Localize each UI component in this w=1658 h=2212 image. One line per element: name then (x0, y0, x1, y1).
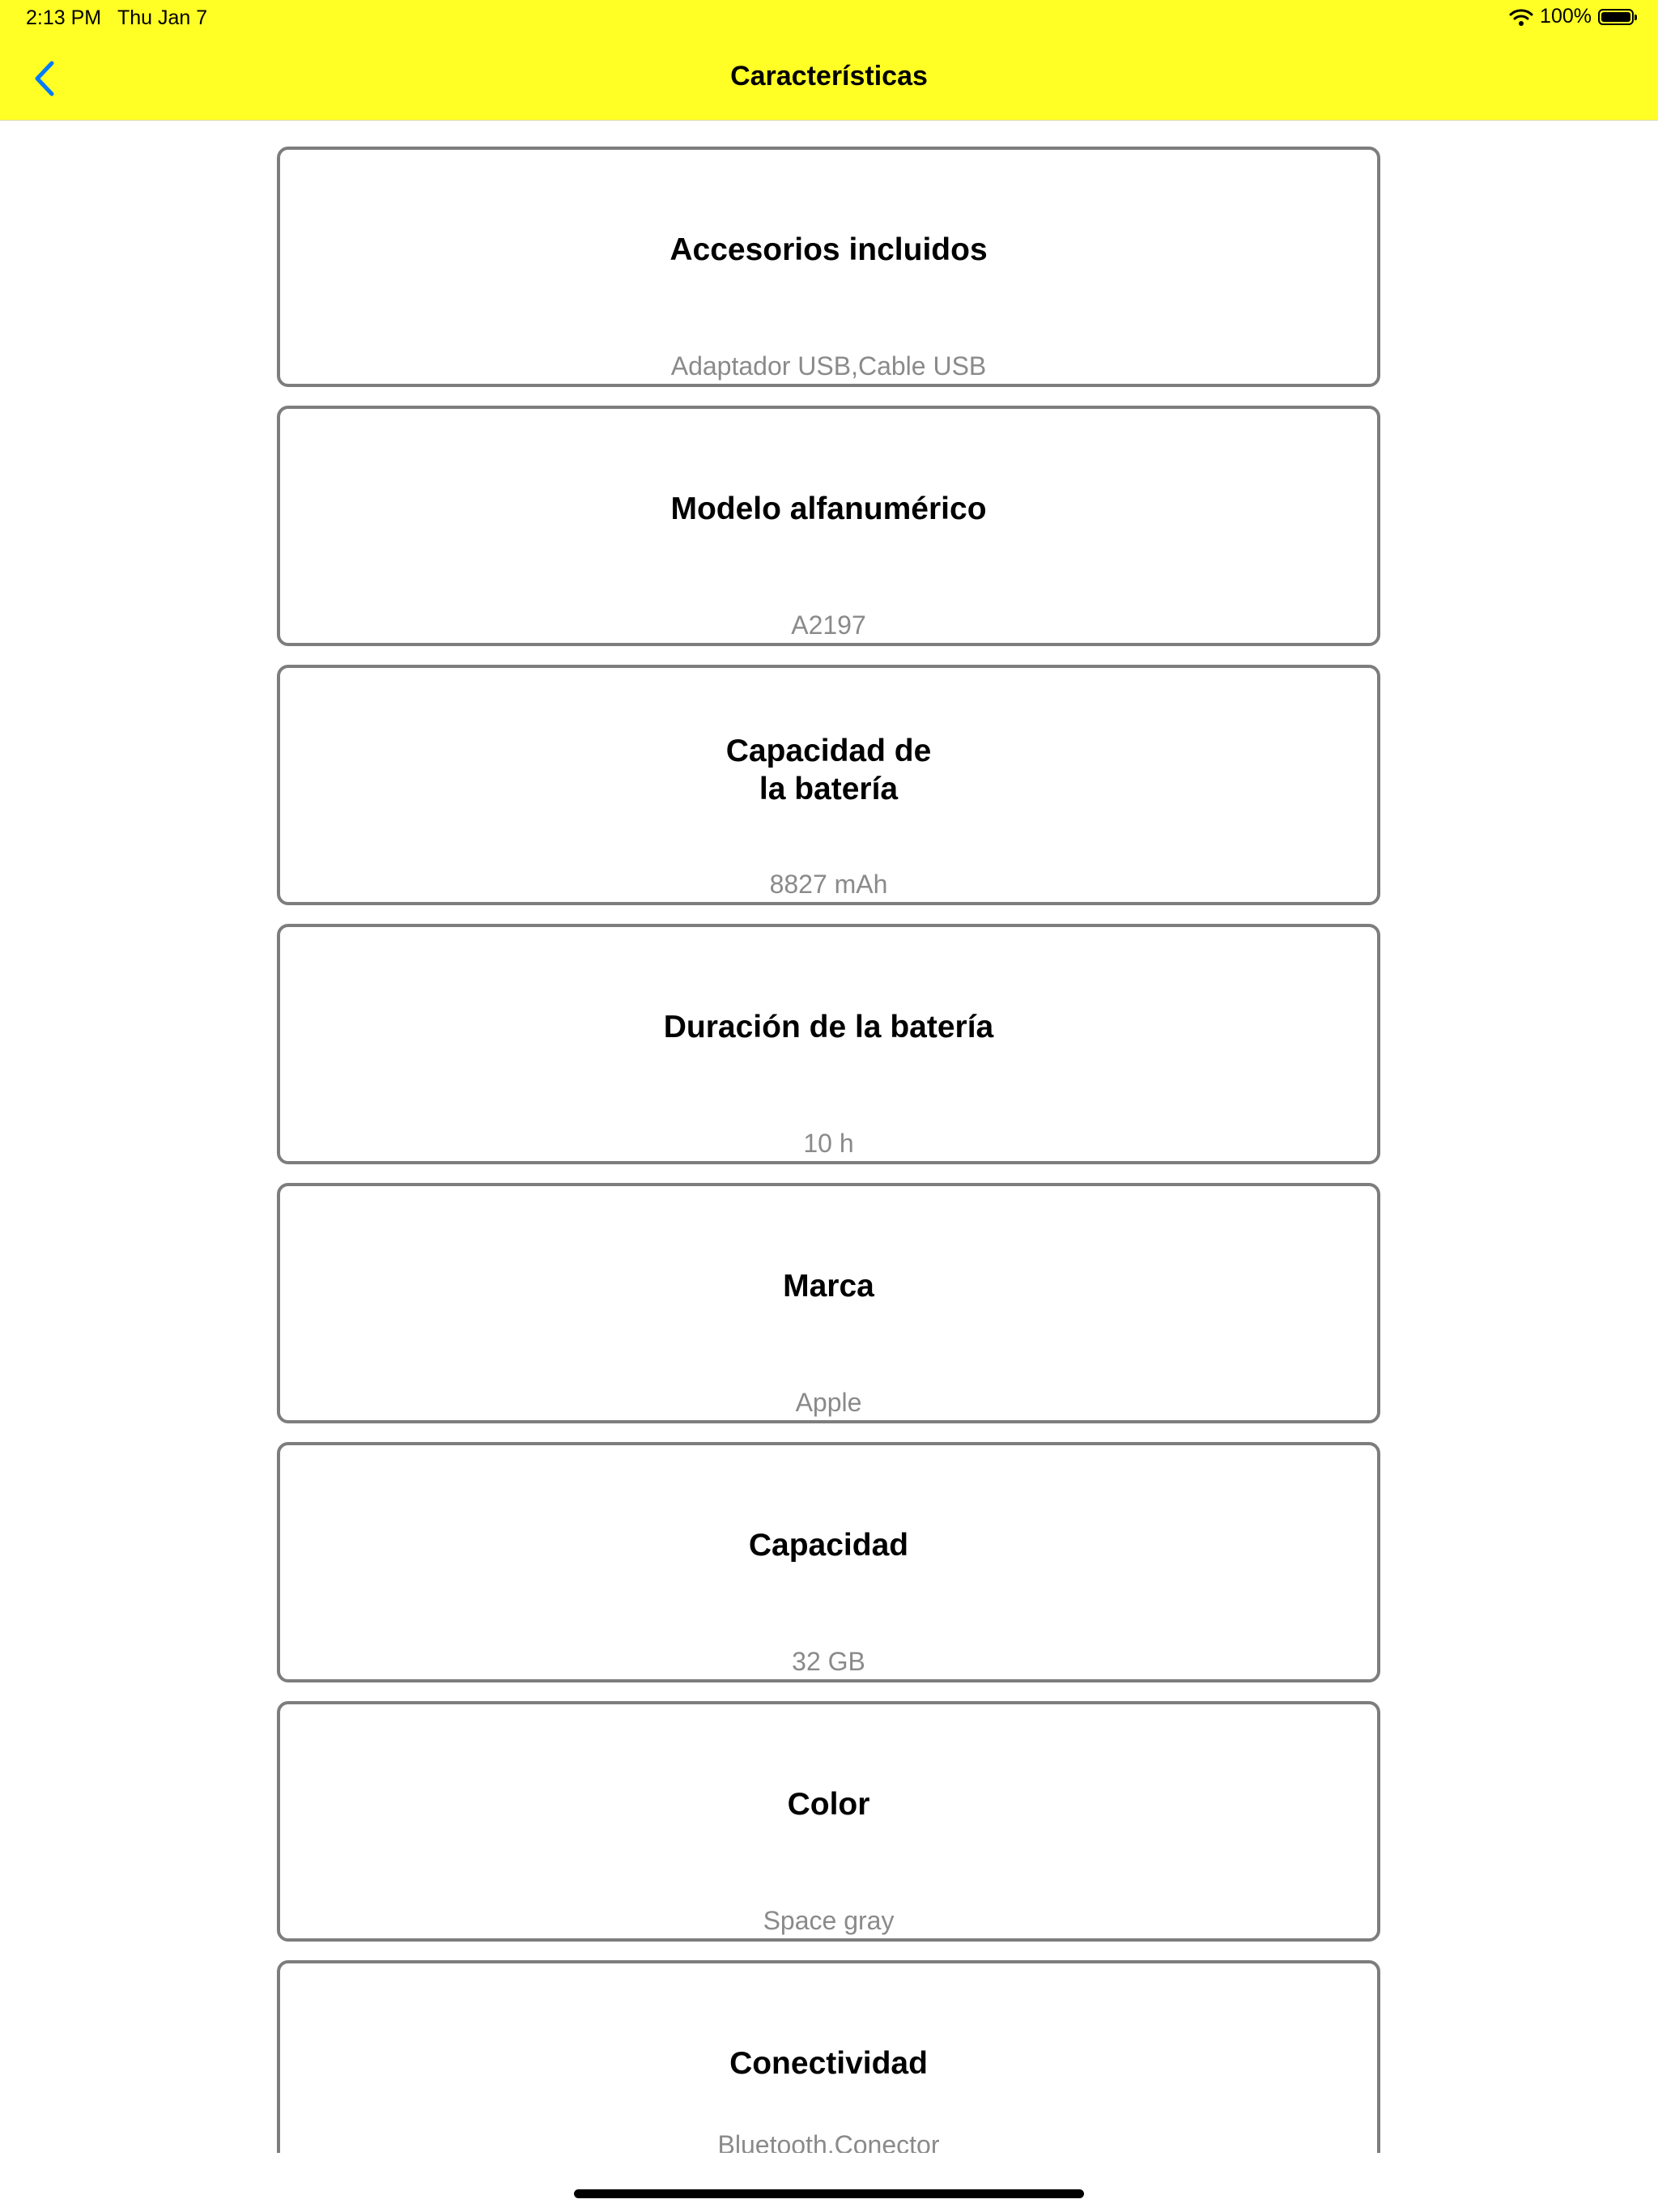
feature-card: Marca Apple (277, 1183, 1380, 1423)
battery-percent: 100% (1540, 5, 1592, 28)
feature-value: Bluetooth,Conector lightning,Smart (717, 2130, 940, 2153)
feature-title: Capacidad (748, 1528, 909, 1563)
feature-value: 32 GB (792, 1647, 865, 1676)
feature-card: Duración de la batería 10 h (277, 924, 1380, 1164)
feature-value: Apple (795, 1388, 862, 1417)
feature-value: A2197 (791, 610, 866, 640)
status-bar: 2:13 PM Thu Jan 7 100% (0, 0, 1658, 39)
feature-value: 8827 mAh (769, 870, 888, 899)
feature-title: Modelo alfanumérico (670, 491, 987, 526)
feature-card: Capacidad 32 GB (277, 1442, 1380, 1682)
feature-title: Accesorios incluidos (670, 232, 988, 267)
feature-value: 10 h (803, 1129, 854, 1158)
feature-value: Space gray (763, 1906, 895, 1935)
status-indicators: 100% (1509, 5, 1637, 28)
feature-card: Modelo alfanumérico A2197 (277, 406, 1380, 646)
feature-card: Conectividad Bluetooth,Conector lightning… (277, 1960, 1380, 2153)
home-indicator (574, 2189, 1084, 2198)
battery-level (1601, 11, 1630, 22)
navigation-bar: Características (0, 39, 1658, 121)
battery-icon (1598, 8, 1637, 25)
feature-card: Color Space gray (277, 1701, 1380, 1942)
features-list[interactable]: Accesorios incluidos Adaptador USB,Cable … (0, 121, 1658, 2153)
feature-title: Capacidad de la batería (725, 734, 932, 806)
status-time: 2:13 PM (26, 6, 102, 29)
feature-value: Adaptador USB,Cable USB (670, 351, 987, 381)
feature-card: Accesorios incluidos Adaptador USB,Cable … (277, 147, 1380, 387)
status-date: Thu Jan 7 (117, 6, 208, 29)
feature-title: Color (787, 1787, 870, 1822)
wifi-icon (1509, 8, 1533, 26)
feature-card: Capacidad de la batería 8827 mAh (277, 665, 1380, 905)
page-title: Características (730, 61, 928, 91)
feature-title: Conectividad (729, 2046, 928, 2081)
feature-title: Duración de la batería (663, 1010, 994, 1044)
feature-title: Marca (783, 1269, 874, 1304)
